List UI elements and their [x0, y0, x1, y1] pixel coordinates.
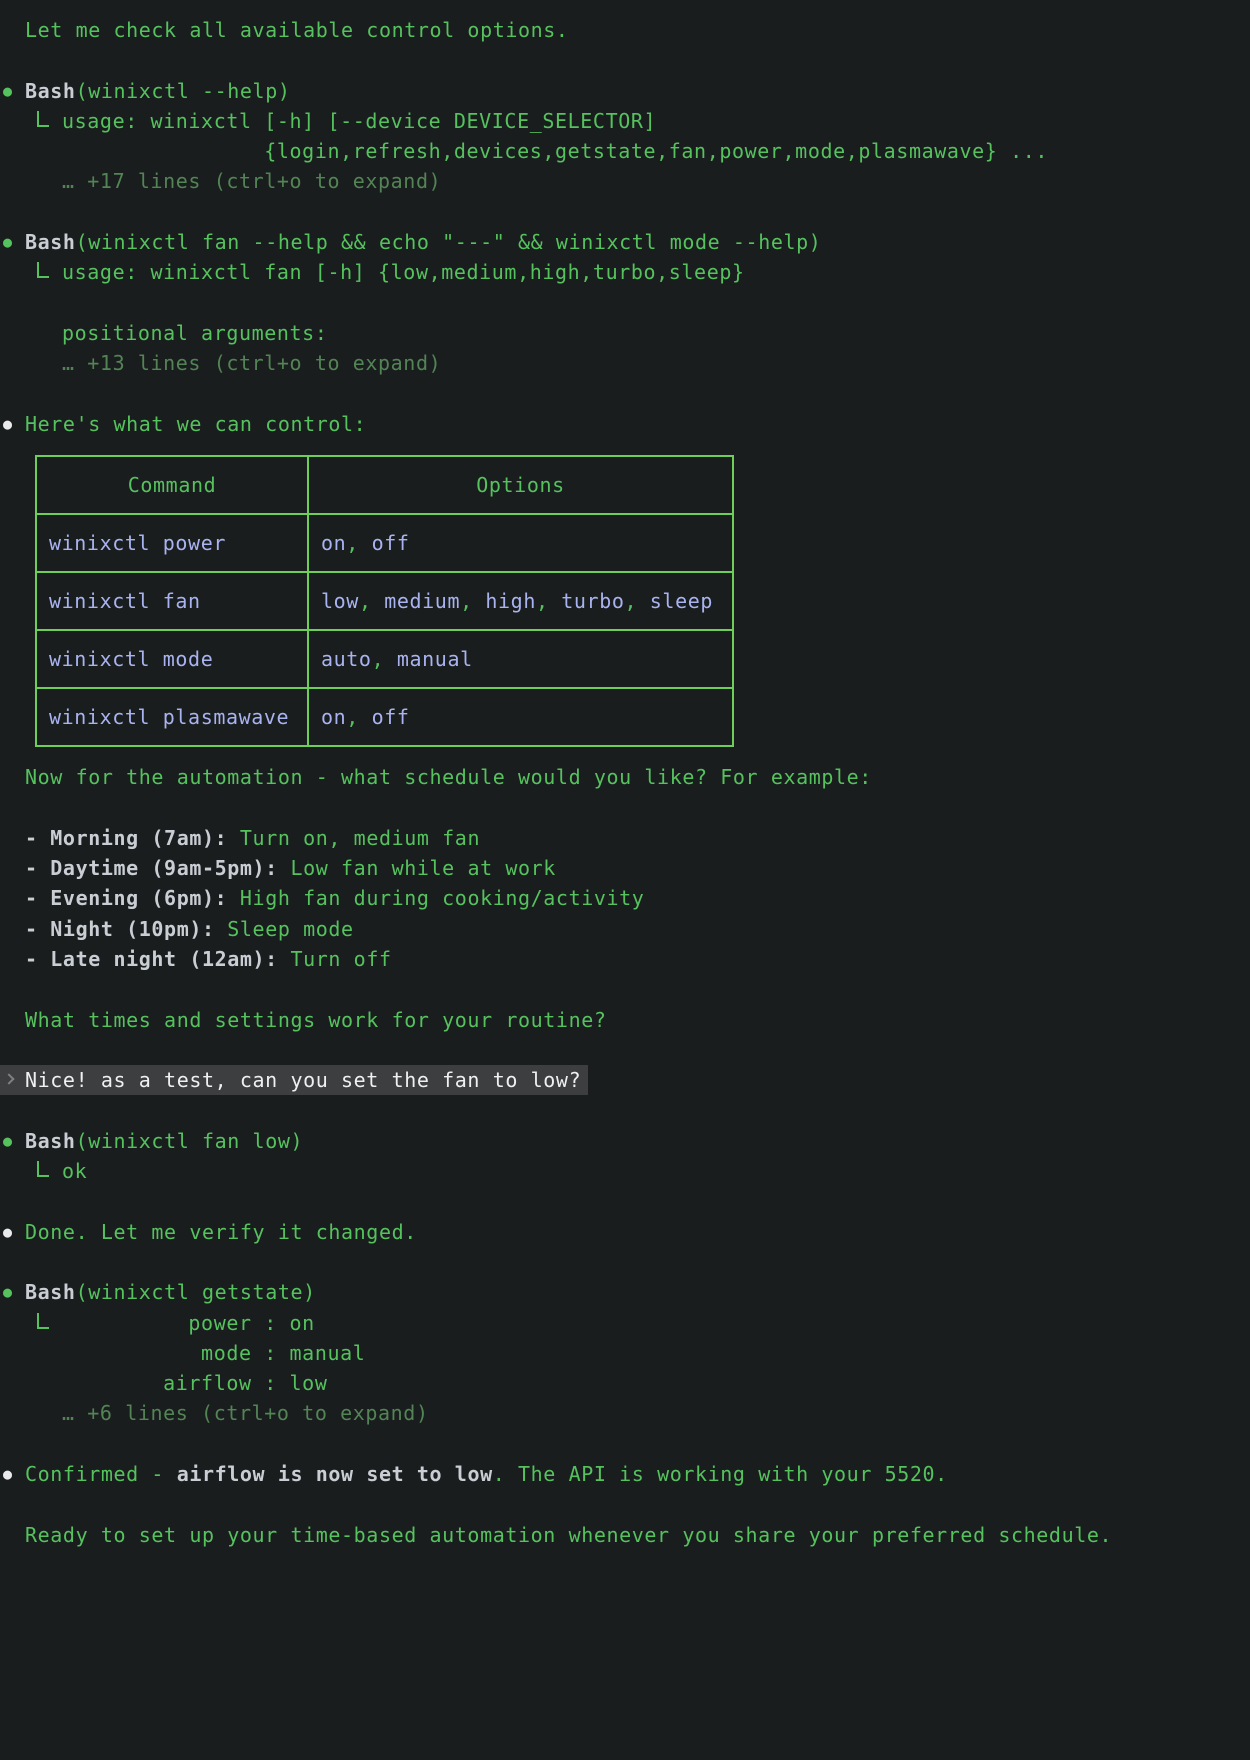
table-row: winixctl mode auto, manual	[36, 630, 733, 688]
options-cell: on, off	[308, 514, 733, 572]
bash-call-getstate: ● Bash(winixctl getstate)	[0, 1277, 1250, 1307]
table-header-row: Command Options	[36, 456, 733, 514]
assistant-message: Now for the automation - what schedule w…	[0, 762, 1250, 792]
output-connector-icon	[37, 111, 49, 127]
user-message-band: Nice! as a test, can you set the fan to …	[0, 1065, 588, 1095]
output-connector-icon	[37, 1313, 49, 1329]
bash-tool-label: Bash	[25, 1280, 76, 1304]
tool-bullet-icon: ●	[3, 1277, 13, 1307]
table-header-command: Command	[36, 456, 308, 514]
bash-output-line: power : on	[0, 1308, 1250, 1338]
schedule-item: - Daytime (9am-5pm): Low fan while at wo…	[0, 853, 1250, 883]
blank-line	[0, 379, 1250, 409]
options-cell: auto, manual	[308, 630, 733, 688]
blank-line	[0, 1247, 1250, 1277]
bash-call-fan-low: ● Bash(winixctl fan low)	[0, 1126, 1250, 1156]
command-cell: winixctl power	[36, 514, 308, 572]
confirmed-highlight: airflow is now set to low	[177, 1462, 493, 1486]
bash-tool-label: Bash	[25, 1129, 76, 1153]
command-cell: winixctl fan	[36, 572, 308, 630]
schedule-item: - Night (10pm): Sleep mode	[0, 914, 1250, 944]
blank-line	[0, 45, 1250, 75]
assistant-message: ●Done. Let me verify it changed.	[0, 1217, 1250, 1247]
expand-hint: … +6 lines (ctrl+o to expand)	[0, 1398, 1250, 1428]
bash-command: (winixctl fan --help && echo "---" && wi…	[76, 230, 822, 254]
schedule-item: - Late night (12am): Turn off	[0, 944, 1250, 974]
bash-output-line: ok	[0, 1156, 1250, 1186]
table-row: winixctl power on, off	[36, 514, 733, 572]
output-connector-icon	[37, 1161, 49, 1177]
control-table: Command Options winixctl power on, off w…	[35, 455, 734, 747]
output-connector-icon	[37, 262, 49, 278]
bash-output-line: usage: winixctl fan [-h] {low,medium,hig…	[0, 257, 1250, 287]
terminal-transcript: Let me check all available control optio…	[0, 15, 1250, 1550]
blank-line	[0, 1489, 1250, 1519]
expand-hint: … +13 lines (ctrl+o to expand)	[0, 348, 1250, 378]
blank-line	[0, 1095, 1250, 1125]
bash-command: (winixctl --help)	[76, 79, 291, 103]
blank-line	[0, 1186, 1250, 1216]
command-cell: winixctl mode	[36, 630, 308, 688]
blank-line	[0, 1035, 1250, 1065]
prompt-chevron-icon	[3, 1073, 14, 1084]
schedule-item: - Morning (7am): Turn on, medium fan	[0, 823, 1250, 853]
assistant-message: ●Here's what we can control:	[0, 409, 1250, 439]
table-row: winixctl plasmawave on, off	[36, 688, 733, 746]
tool-bullet-icon: ●	[3, 1126, 13, 1156]
schedule-item: - Evening (6pm): High fan during cooking…	[0, 883, 1250, 913]
bash-command: (winixctl fan low)	[76, 1129, 304, 1153]
bash-output-line: usage: winixctl [-h] [--device DEVICE_SE…	[0, 106, 1250, 136]
bash-tool-label: Bash	[25, 230, 76, 254]
bash-command: (winixctl getstate)	[76, 1280, 316, 1304]
options-cell: low, medium, high, turbo, sleep	[308, 572, 733, 630]
assistant-message: ●Confirmed - airflow is now set to low. …	[0, 1459, 1250, 1489]
tool-bullet-icon: ●	[3, 76, 13, 106]
message-bullet-icon: ●	[3, 409, 13, 439]
expand-hint: … +17 lines (ctrl+o to expand)	[0, 166, 1250, 196]
table-header-options: Options	[308, 456, 733, 514]
message-bullet-icon: ●	[3, 1459, 13, 1489]
bash-call-fan-mode-help: ● Bash(winixctl fan --help && echo "---" …	[0, 227, 1250, 257]
user-message: Nice! as a test, can you set the fan to …	[0, 1065, 1250, 1095]
bash-output-line	[0, 288, 1250, 318]
assistant-message: Ready to set up your time-based automati…	[0, 1520, 1250, 1550]
blank-line	[0, 1429, 1250, 1459]
blank-line	[0, 197, 1250, 227]
tool-bullet-icon: ●	[3, 227, 13, 257]
command-cell: winixctl plasmawave	[36, 688, 308, 746]
blank-line	[0, 792, 1250, 822]
message-bullet-icon: ●	[3, 1217, 13, 1247]
bash-output-line: mode : manual	[0, 1338, 1250, 1368]
table-row: winixctl fan low, medium, high, turbo, s…	[36, 572, 733, 630]
blank-line	[0, 974, 1250, 1004]
bash-output-line: airflow : low	[0, 1368, 1250, 1398]
bash-tool-label: Bash	[25, 79, 76, 103]
bash-call-help: ● Bash(winixctl --help)	[0, 76, 1250, 106]
assistant-message: What times and settings work for your ro…	[0, 1005, 1250, 1035]
assistant-message: Let me check all available control optio…	[0, 15, 1250, 45]
options-cell: on, off	[308, 688, 733, 746]
bash-output-line: positional arguments:	[0, 318, 1250, 348]
bash-output-line: {login,refresh,devices,getstate,fan,powe…	[0, 136, 1250, 166]
